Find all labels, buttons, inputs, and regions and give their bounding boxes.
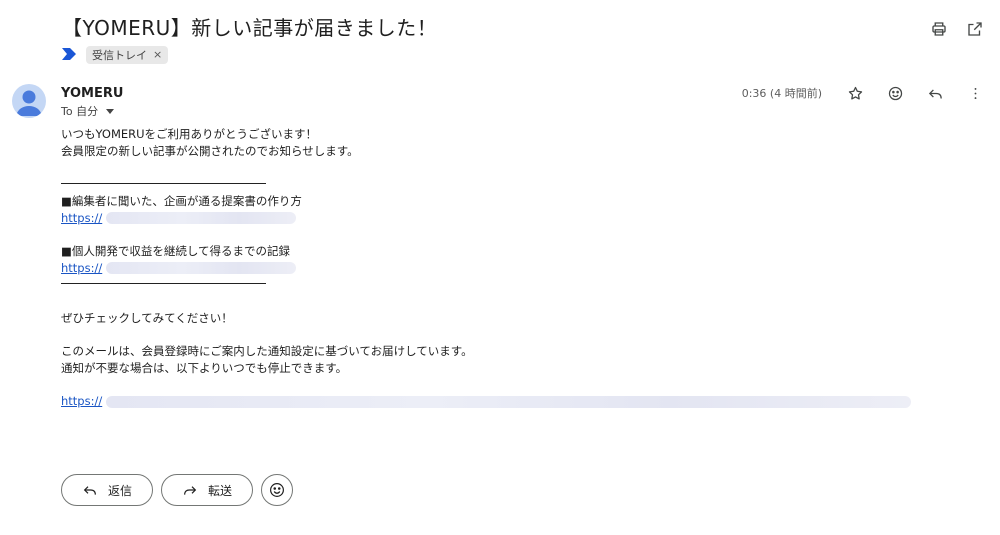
- article-1: ■編集者に聞いた、企画が通る提案書の作り方 https://: [61, 193, 302, 226]
- intro-line: 会員限定の新しい記事が公開されたのでお知らせします。: [61, 143, 359, 158]
- article-link[interactable]: https://: [61, 211, 102, 225]
- article-title: ■個人開発で収益を継続して得るまでの記録: [61, 244, 291, 258]
- email-body: いつもYOMERUをご利用ありがとうございます！ 会員限定の新しい記事が公開され…: [61, 126, 359, 159]
- cta-block: ぜひチェックしてみてください！: [61, 310, 233, 327]
- star-icon: [848, 86, 862, 100]
- reply-icon-button[interactable]: [924, 82, 946, 104]
- notice-block: このメールは、会員登録時にご案内した通知設定に基づいてお届けしています。 通知が…: [61, 343, 473, 376]
- notice-line-1: このメールは、会員登録時にご案内した通知設定に基づいてお届けしています。: [61, 344, 473, 358]
- bottom-actions: 返信 転送: [61, 474, 293, 506]
- message-meta-actions: 0:36 (4 時間前): [742, 82, 986, 104]
- top-actions: [928, 18, 986, 40]
- inbox-label-text: 受信トレイ: [92, 48, 147, 62]
- label-row: 受信トレイ ×: [62, 45, 169, 64]
- article-title: ■編集者に聞いた、企画が通る提案書の作り方: [61, 194, 302, 208]
- divider-top: [61, 183, 266, 184]
- print-button[interactable]: [928, 18, 950, 40]
- reply-button[interactable]: 返信: [61, 474, 153, 506]
- divider-bottom: [61, 283, 266, 284]
- email-subject: 【YOMERU】新しい記事が届きました！: [62, 16, 438, 40]
- unsubscribe-block: https://: [61, 393, 912, 410]
- inbox-label-chip[interactable]: 受信トレイ ×: [86, 45, 169, 64]
- article-link[interactable]: https://: [61, 261, 102, 275]
- greeting-line: いつもYOMERUをご利用ありがとうございます！: [61, 127, 318, 141]
- notice-line-2: 通知が不要な場合は、以下よりいつでも停止できます。: [61, 360, 348, 375]
- unsubscribe-link[interactable]: https://: [61, 394, 102, 408]
- more-options-button[interactable]: [964, 82, 986, 104]
- redacted-url: [106, 395, 912, 408]
- cta-line: ぜひチェックしてみてください！: [61, 311, 233, 325]
- redacted-url: [106, 212, 297, 224]
- article-2: ■個人開発で収益を継続して得るまでの記録 https://: [61, 243, 297, 276]
- importance-marker-icon[interactable]: [62, 45, 76, 64]
- reply-icon: [83, 486, 96, 495]
- open-in-new-icon: [968, 22, 982, 36]
- redacted-url: [106, 262, 297, 274]
- forward-button[interactable]: 転送: [161, 474, 253, 506]
- chevron-down-icon: [106, 108, 115, 114]
- remove-label-button[interactable]: ×: [153, 48, 162, 61]
- person-icon: [16, 90, 42, 116]
- reply-button-label: 返信: [107, 483, 132, 498]
- recipient-dropdown[interactable]: To 自分: [61, 103, 115, 119]
- emoji-icon: [270, 483, 284, 497]
- forward-button-label: 転送: [207, 483, 232, 498]
- add-reaction-button[interactable]: [884, 82, 906, 104]
- sender-name: YOMERU: [61, 86, 124, 101]
- more-vert-icon: [974, 87, 976, 99]
- forward-icon: [184, 486, 197, 495]
- timestamp: 0:36 (4 時間前): [741, 87, 822, 100]
- sender-avatar[interactable]: [12, 84, 46, 118]
- open-in-new-window-button[interactable]: [964, 18, 986, 40]
- emoji-icon: [888, 86, 902, 100]
- star-button[interactable]: [844, 82, 866, 104]
- reply-icon: [928, 89, 942, 98]
- print-icon: [932, 22, 946, 36]
- emoji-reaction-button[interactable]: [261, 474, 293, 506]
- recipient-text: To 自分: [61, 105, 99, 118]
